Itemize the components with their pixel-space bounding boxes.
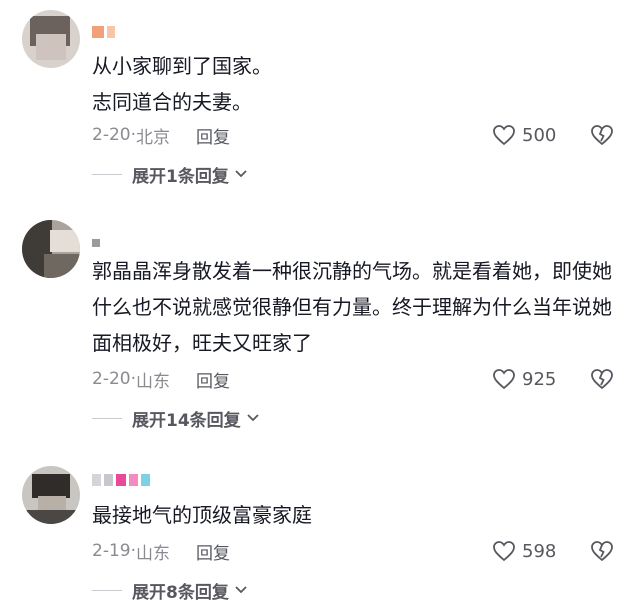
comment-date: 2-20 xyxy=(92,369,131,389)
expand-replies-button[interactable]: 展开1条回复 xyxy=(92,162,247,187)
chevron-down-icon xyxy=(235,170,247,178)
like-count: 500 xyxy=(522,124,557,146)
chevron-down-icon xyxy=(247,414,259,422)
like-count: 925 xyxy=(522,368,557,390)
reply-button[interactable]: 回复 xyxy=(196,539,230,564)
comment-location: 山东 xyxy=(136,543,170,564)
username-blurred[interactable] xyxy=(92,26,118,40)
heart-outline-icon xyxy=(493,369,515,390)
avatar[interactable] xyxy=(22,220,80,278)
broken-heart-icon xyxy=(591,125,613,146)
comment-date: 2-19 xyxy=(92,541,131,561)
comment-meta: 2-20 · 北京 回复 xyxy=(92,123,230,148)
avatar[interactable] xyxy=(22,10,80,68)
comment-location: 山东 xyxy=(136,371,170,392)
comment-meta: 2-19 · 山东 回复 xyxy=(92,539,230,564)
reply-button[interactable]: 回复 xyxy=(196,367,230,392)
reply-button[interactable]: 回复 xyxy=(196,123,230,148)
expand-divider xyxy=(92,173,122,175)
comment-text: 从小家聊到了国家。 志同道合的夫妻。 xyxy=(92,54,272,114)
comment-location: 北京 xyxy=(136,127,170,148)
broken-heart-icon xyxy=(591,541,613,562)
comment-meta: 2-20 · 山东 回复 xyxy=(92,367,230,392)
broken-heart-icon xyxy=(591,369,613,390)
comment-text: 郭晶晶浑身散发着一种很沉静的气场。就是看着她，即使她什么也不说就感觉很静但有力量… xyxy=(92,259,612,355)
username-blurred[interactable] xyxy=(92,236,103,250)
expand-label: 展开14条回复 xyxy=(132,410,241,431)
expand-divider xyxy=(92,589,122,591)
username-blurred[interactable] xyxy=(92,474,153,488)
expand-replies-button[interactable]: 展开14条回复 xyxy=(92,406,259,431)
heart-outline-icon xyxy=(493,541,515,562)
dislike-button[interactable] xyxy=(590,537,614,565)
heart-outline-icon xyxy=(493,125,515,146)
like-button[interactable]: 598 xyxy=(492,537,556,565)
like-button[interactable]: 925 xyxy=(492,365,556,393)
chevron-down-icon xyxy=(235,586,247,594)
comment-text: 最接地气的顶级富豪家庭 xyxy=(92,503,312,527)
comment-date: 2-20 xyxy=(92,125,131,145)
like-count: 598 xyxy=(522,540,557,562)
expand-label: 展开8条回复 xyxy=(132,582,229,603)
expand-replies-button[interactable]: 展开8条回复 xyxy=(92,578,247,603)
avatar[interactable] xyxy=(22,466,80,524)
expand-label: 展开1条回复 xyxy=(132,166,229,187)
expand-divider xyxy=(92,417,122,419)
like-button[interactable]: 500 xyxy=(492,121,556,149)
dislike-button[interactable] xyxy=(590,365,614,393)
dislike-button[interactable] xyxy=(590,121,614,149)
